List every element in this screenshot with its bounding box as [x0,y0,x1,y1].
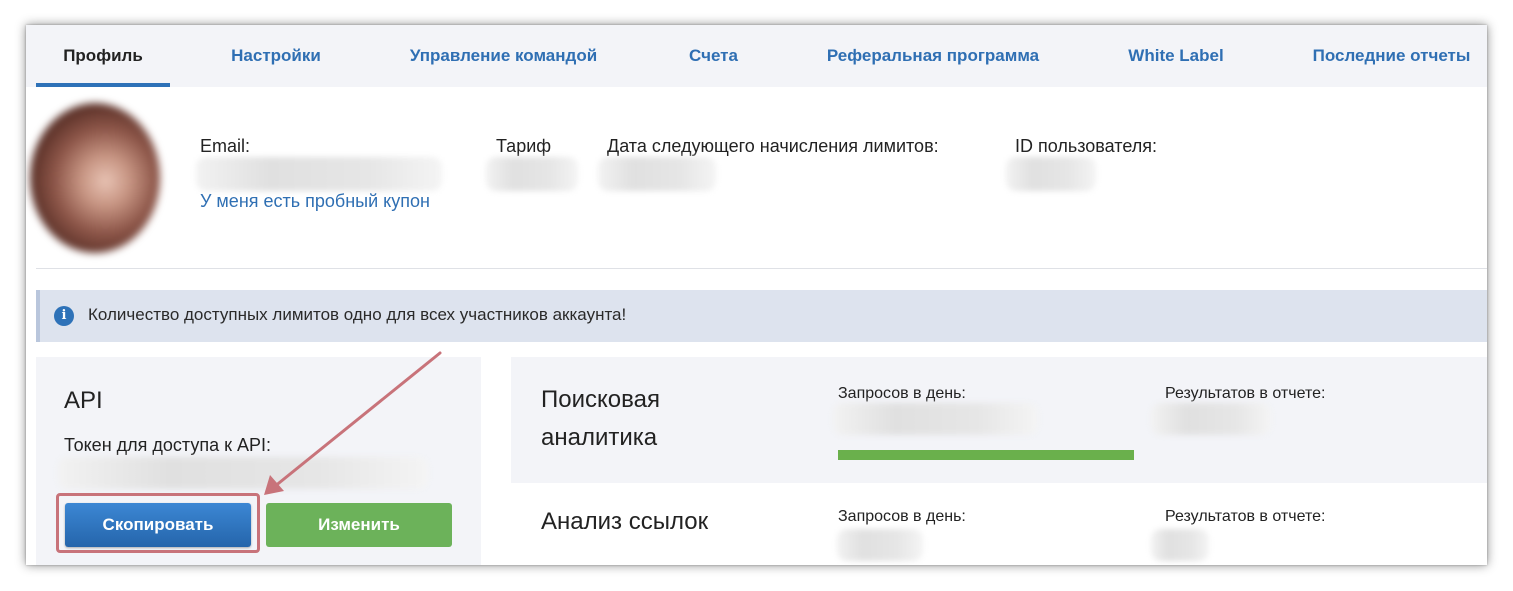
search-usage-progress-fill [838,450,1134,460]
section-divider [36,268,1487,269]
link-results-per-report-value-redacted [1151,529,1209,561]
search-analytics-title-line2: аналитика [541,424,658,451]
email-label: Email: [200,136,251,156]
tab-settings[interactable]: Настройки [216,25,336,87]
trial-coupon-link[interactable]: У меня есть пробный купон [200,191,430,212]
search-usage-progress [838,450,1134,460]
tab-referral-program[interactable]: Реферальная программа [818,25,1048,87]
link-analysis-title: Анализ ссылок [541,508,709,535]
info-banner: i Количество доступных лимитов одно для … [36,290,1487,342]
info-banner-text: Количество доступных лимитов одно для вс… [88,305,627,324]
tariff-label: Тариф [496,136,552,156]
next-limit-date-label: Дата следующего начисления лимитов: [607,136,939,156]
search-analytics-panel: Поисковая аналитика Запросов в день: Рез… [511,357,1487,483]
tab-white-label[interactable]: White Label [1116,25,1236,87]
info-icon: i [54,306,74,326]
tariff-value-redacted [486,157,578,191]
search-results-per-report-label: Результатов в отчете: [1165,385,1326,402]
api-token-label: Токен для доступа к API: [64,435,271,455]
tab-bar: Профиль Настройки Управление командой Сч… [26,25,1487,87]
search-requests-per-day-value-redacted [833,403,1038,435]
email-value-redacted [196,157,442,191]
tab-invoices[interactable]: Счета [676,25,751,87]
tab-profile[interactable]: Профиль [36,25,170,87]
search-results-per-report-value-redacted [1151,403,1271,435]
link-requests-per-day-label: Запросов в день: [838,508,966,525]
next-limit-date-value-redacted [598,157,716,191]
search-analytics-title-line1: Поисковая [541,386,660,413]
account-page: Профиль Настройки Управление командой Сч… [26,25,1487,565]
api-token-value-redacted [58,457,428,489]
link-results-per-report-label: Результатов в отчете: [1165,508,1326,525]
tab-recent-reports[interactable]: Последние отчеты [1304,25,1479,87]
change-token-button[interactable]: Изменить [266,503,452,547]
user-id-label: ID пользователя: [1015,136,1157,156]
avatar [30,103,160,253]
search-requests-per-day-label: Запросов в день: [838,385,966,402]
link-analysis-panel: Анализ ссылок Запросов в день: Результат… [511,483,1487,565]
user-id-value-redacted [1006,157,1096,191]
annotation-highlight-box [56,493,260,553]
link-requests-per-day-value-redacted [837,529,923,561]
api-title: API [64,387,103,414]
tab-team-management[interactable]: Управление командой [401,25,606,87]
